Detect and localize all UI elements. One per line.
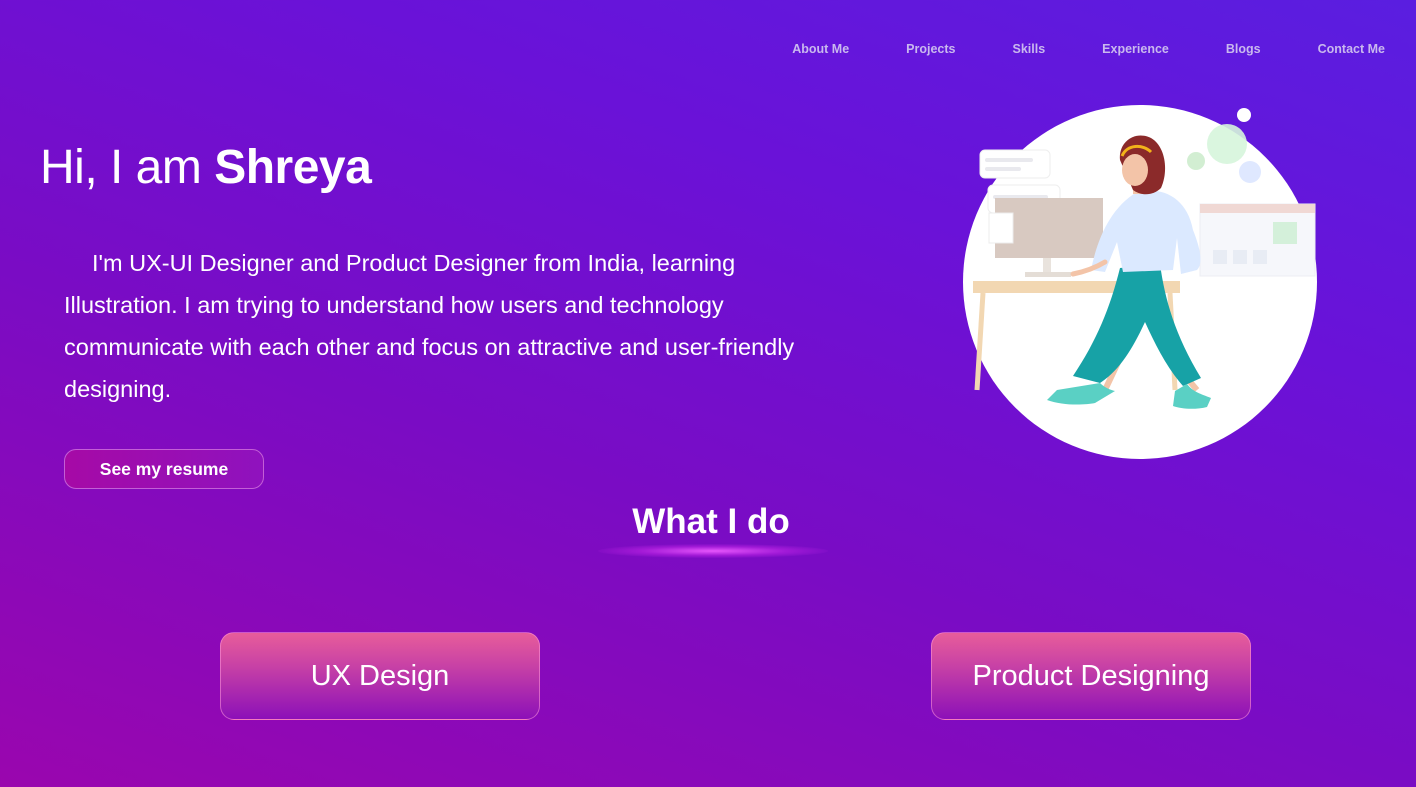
nav-experience[interactable]: Experience — [1102, 42, 1169, 56]
nav-projects[interactable]: Projects — [906, 42, 955, 56]
hero-bio: I'm UX-UI Designer and Product Designer … — [64, 250, 795, 402]
hero-name: Shreya — [214, 141, 372, 194]
title-glow — [598, 544, 828, 558]
product-designing-card[interactable]: Product Designing — [931, 632, 1251, 720]
hero-greeting: Hi, I am — [40, 141, 202, 194]
nav-skills[interactable]: Skills — [1013, 42, 1046, 56]
what-i-do-title: What I do — [632, 502, 790, 541]
nav-blogs[interactable]: Blogs — [1226, 42, 1261, 56]
top-nav: About Me Projects Skills Experience Blog… — [792, 42, 1385, 56]
walking-woman-illustration — [963, 105, 1317, 459]
ux-design-card[interactable]: UX Design — [220, 632, 540, 720]
hero-title: Hi, I am Shreya — [40, 140, 372, 195]
see-resume-button[interactable]: See my resume — [64, 449, 264, 489]
nav-about-me[interactable]: About Me — [792, 42, 849, 56]
nav-contact-me[interactable]: Contact Me — [1318, 42, 1385, 56]
